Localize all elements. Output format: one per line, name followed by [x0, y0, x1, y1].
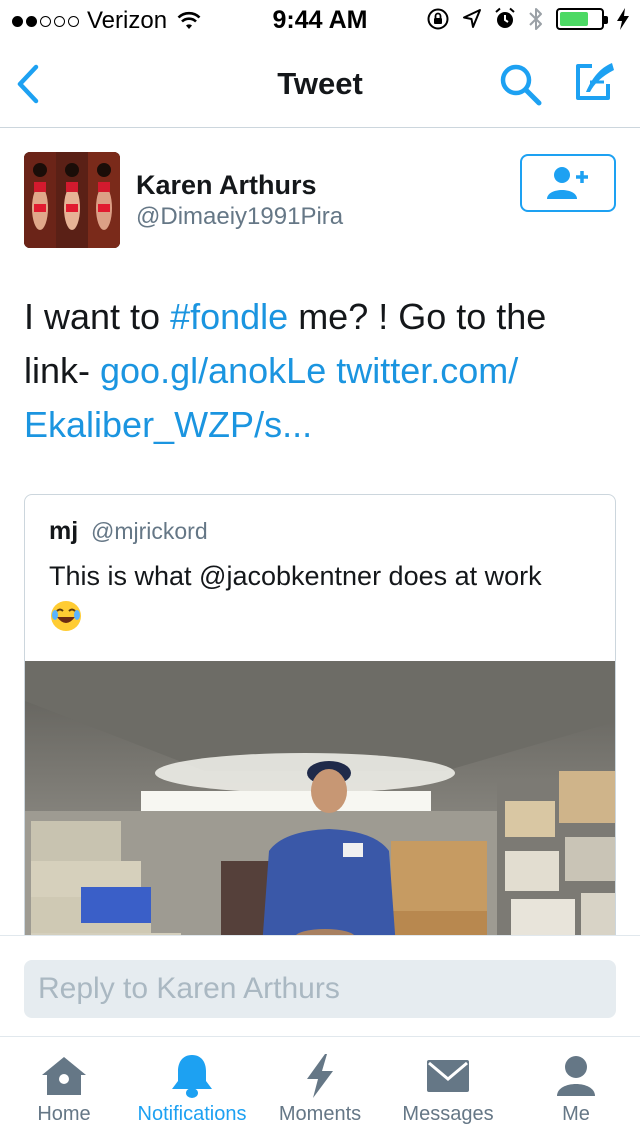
status-bar: Verizon 9:44 AM	[0, 0, 640, 40]
author-handle[interactable]: @Dimaeiy1991Pira	[136, 203, 343, 231]
tab-label-home: Home	[37, 1103, 91, 1125]
tab-label-me: Me	[562, 1103, 590, 1125]
reply-bar	[0, 935, 640, 1035]
bluetooth-icon	[529, 8, 542, 30]
tab-me[interactable]: Me	[512, 1037, 640, 1136]
add-user-icon	[547, 167, 588, 199]
tab-label-messages: Messages	[402, 1103, 494, 1125]
charging-bolt-icon	[617, 8, 629, 30]
status-right	[426, 6, 630, 32]
hashtag-link[interactable]: #fondle	[170, 296, 288, 337]
person-icon	[557, 1056, 595, 1096]
page-title: Tweet	[277, 66, 363, 101]
quoted-video-thumbnail[interactable]	[25, 661, 615, 953]
short-link[interactable]: goo.gl/anokLe	[100, 350, 326, 391]
nav-bar: Tweet	[0, 40, 640, 128]
search-icon[interactable]	[498, 62, 544, 108]
compose-icon[interactable]	[570, 58, 618, 106]
tweet-text: I want to #fondle me? ! Go to the link- …	[24, 290, 614, 452]
tab-moments[interactable]: Moments	[256, 1037, 384, 1136]
avatar[interactable]	[24, 152, 120, 248]
tweet-text-prefix: I want to	[24, 296, 171, 337]
reply-input[interactable]	[24, 960, 616, 1018]
tab-bar: Home Notifications Moments Messages Me	[0, 1036, 640, 1136]
alarm-icon	[495, 7, 515, 28]
lightning-icon	[307, 1054, 333, 1098]
video-frame-image	[25, 661, 615, 953]
battery-icon	[556, 8, 608, 30]
envelope-icon	[427, 1060, 469, 1092]
avatar-image	[24, 152, 120, 248]
bell-icon	[172, 1055, 212, 1098]
follow-button[interactable]	[520, 154, 616, 212]
quoted-author-handle: @mjrickord	[91, 518, 208, 544]
location-icon	[463, 9, 481, 28]
tab-home[interactable]: Home	[0, 1037, 128, 1136]
tab-label-moments: Moments	[278, 1103, 362, 1125]
battery-level	[560, 12, 588, 26]
tab-label-notifications: Notifications	[137, 1103, 247, 1125]
tab-messages[interactable]: Messages	[384, 1037, 512, 1136]
quoted-tweet-text: This is what @jacobkentner does at work	[49, 561, 542, 591]
home-icon	[42, 1057, 86, 1095]
tab-notifications[interactable]: Notifications	[128, 1037, 256, 1136]
author-name[interactable]: Karen Arthurs	[136, 170, 317, 201]
rotation-lock-icon	[427, 8, 449, 30]
quoted-author-name: mj	[49, 517, 79, 545]
laughing-emoji-icon	[51, 601, 81, 631]
quoted-tweet-card[interactable]: mj @mjrickord This is what @jacobkentner…	[24, 494, 616, 954]
